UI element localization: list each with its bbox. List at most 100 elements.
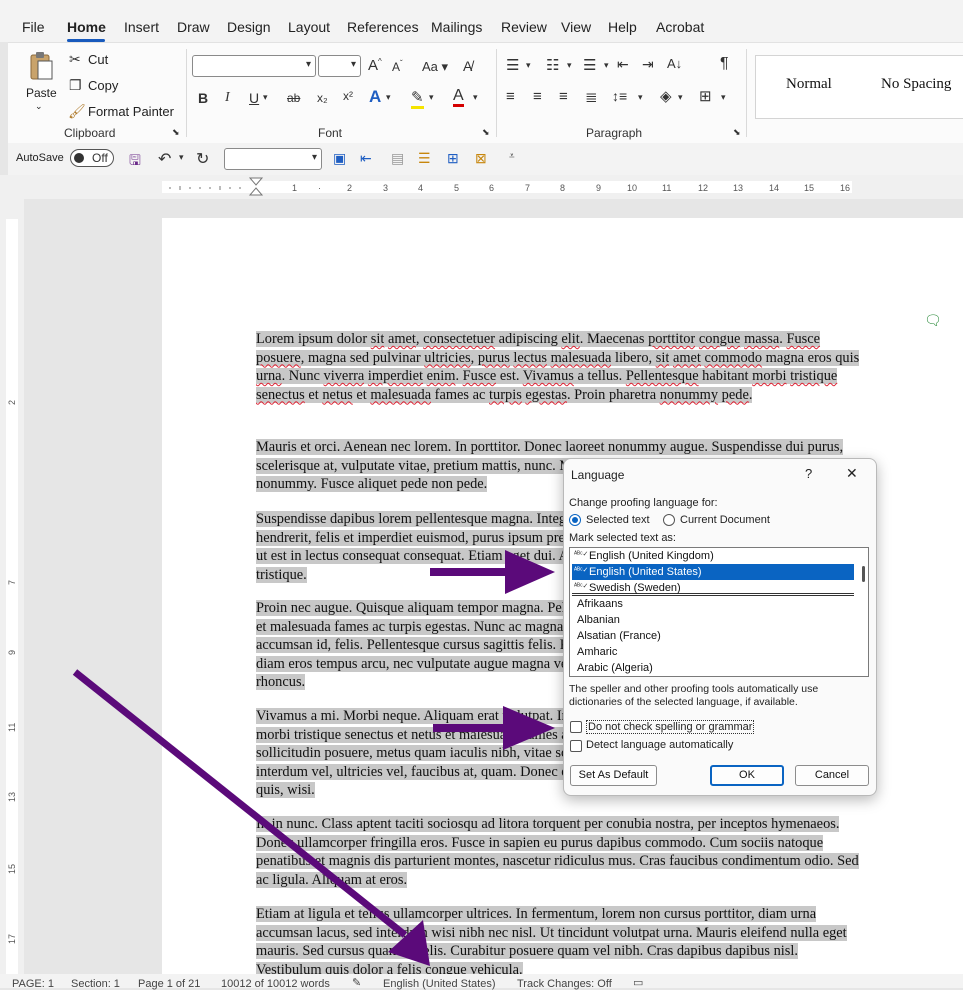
clipboard-launcher-icon[interactable]: ⬊ <box>172 127 180 138</box>
multilevel-list-icon[interactable]: ☰ <box>583 56 596 74</box>
save-icon[interactable]: 🖫 <box>129 150 141 174</box>
redo-icon[interactable]: ↻ <box>196 149 209 169</box>
paste-icon[interactable] <box>28 51 54 81</box>
line-spacing-icon[interactable]: ↕≡ <box>612 88 627 104</box>
superscript-button[interactable]: x² <box>343 89 353 103</box>
status-section[interactable]: Section: 1 <box>71 978 120 990</box>
italic-button[interactable]: I <box>225 90 230 106</box>
document-icon[interactable]: ▤ <box>391 150 404 167</box>
bullets-icon[interactable]: ☰ <box>506 56 519 74</box>
proofing-icon[interactable]: ✎ <box>352 976 361 989</box>
list-icon[interactable]: ☰ <box>418 150 431 167</box>
font-launcher-icon[interactable]: ⬊ <box>482 127 490 138</box>
chevron-down-icon[interactable]: ▾ <box>526 60 531 71</box>
shading-icon[interactable]: ◈ <box>660 87 672 105</box>
subscript-button[interactable]: x₂ <box>317 91 328 105</box>
paste-dropdown-icon[interactable]: ⌄ <box>35 101 43 112</box>
paragraph-1[interactable]: Lorem ipsum dolor sit amet, consectetuer… <box>256 330 862 404</box>
chevron-down-icon[interactable]: ▾ <box>638 92 643 103</box>
align-left-icon[interactable]: ≡ <box>506 88 515 105</box>
chevron-down-icon[interactable]: ▾ <box>678 92 683 103</box>
insert-icon[interactable]: ⊠ <box>475 150 487 167</box>
status-language[interactable]: English (United States) <box>383 978 496 990</box>
scrollbar-thumb[interactable] <box>862 566 865 582</box>
font-size-combo[interactable]: ▾ <box>318 55 361 77</box>
vertical-ruler[interactable]: 2 7 9 11 13 15 17 <box>0 199 24 974</box>
tab-insert[interactable]: Insert <box>124 19 159 35</box>
no-check-checkbox[interactable] <box>570 721 582 733</box>
list-item[interactable]: ᴬᴮᶜ✓ Swedish (Sweden) <box>572 580 854 596</box>
ok-button[interactable]: OK <box>710 765 784 786</box>
list-item[interactable]: ᴬᴮᶜ✓ English (United Kingdom) <box>572 548 854 564</box>
list-item[interactable]: Albanian <box>572 612 854 628</box>
status-page-of[interactable]: Page 1 of 21 <box>138 978 200 990</box>
paragraph-launcher-icon[interactable]: ⬊ <box>733 127 741 138</box>
chevron-down-icon[interactable]: ▾ <box>567 60 572 71</box>
tab-home[interactable]: Home <box>67 19 106 35</box>
tab-draw[interactable]: Draw <box>177 19 210 35</box>
underline-button[interactable]: U <box>249 90 259 106</box>
comment-icon[interactable]: 🗨 <box>924 312 942 329</box>
clear-formatting-icon[interactable]: A̸ <box>463 58 472 74</box>
status-track-changes[interactable]: Track Changes: Off <box>517 978 612 990</box>
help-button[interactable]: ? <box>805 466 812 481</box>
paste-button[interactable]: Paste <box>26 86 57 100</box>
align-center-icon[interactable]: ≡ <box>533 88 542 105</box>
text-effects-icon[interactable]: A <box>369 87 381 107</box>
cancel-button[interactable]: Cancel <box>795 765 869 786</box>
text-box-icon[interactable]: ▣ <box>333 150 346 167</box>
chevron-down-icon[interactable]: ▾ <box>429 92 434 103</box>
tab-view[interactable]: View <box>561 19 591 35</box>
paragraph-7[interactable]: Etiam at ligula et tellus ullamcorper ul… <box>256 905 862 979</box>
autosave-toggle[interactable]: Off <box>70 149 114 167</box>
increase-indent-icon[interactable]: ⇥ <box>642 56 654 73</box>
chevron-down-icon[interactable]: ▾ <box>604 60 609 71</box>
tab-help[interactable]: Help <box>608 19 637 35</box>
detect-checkbox[interactable] <box>570 740 582 752</box>
tab-layout[interactable]: Layout <box>288 19 330 35</box>
font-color-icon[interactable]: A <box>453 87 464 107</box>
list-item-selected[interactable]: ᴬᴮᶜ✓ English (United States) <box>572 564 854 580</box>
list-item[interactable]: Alsatian (France) <box>572 628 854 644</box>
table-icon[interactable]: ⊞ <box>447 150 459 167</box>
format-painter-button[interactable]: Format Painter <box>88 104 174 119</box>
cut-button[interactable]: Cut <box>88 52 108 67</box>
shrink-font-icon[interactable]: Aˇ <box>392 59 403 74</box>
tab-acrobat[interactable]: Acrobat <box>656 19 704 35</box>
horizontal-ruler[interactable]: 1 · 2 3 4 5 6 7 8 9 10 11 12 13 14 15 16 <box>0 175 963 199</box>
detect-label[interactable]: Detect language automatically <box>586 739 733 751</box>
bold-button[interactable]: B <box>198 90 208 106</box>
underline-dropdown-icon[interactable]: ▾ <box>263 92 268 103</box>
set-default-button[interactable]: Set As Default <box>570 765 657 786</box>
align-right-icon[interactable]: ≡ <box>559 88 568 105</box>
chevron-down-icon[interactable]: ▾ <box>386 92 391 103</box>
copy-button[interactable]: Copy <box>88 78 118 93</box>
decrease-indent-icon[interactable]: ⇤ <box>617 56 629 73</box>
chevron-down-icon[interactable]: ▾ <box>179 152 184 163</box>
current-document-label[interactable]: Current Document <box>680 514 770 526</box>
font-name-combo[interactable]: ▾ <box>192 55 316 77</box>
close-button[interactable]: ✕ <box>846 465 858 482</box>
highlight-icon[interactable]: ✎ <box>411 88 424 109</box>
selected-text-radio[interactable] <box>569 514 581 526</box>
numbering-icon[interactable]: ☷ <box>546 56 559 74</box>
tab-design[interactable]: Design <box>227 19 271 35</box>
language-list[interactable]: ᴬᴮᶜ✓ English (United Kingdom) ᴬᴮᶜ✓ English… <box>569 547 869 677</box>
style-no-spacing[interactable]: No Spacing <box>881 76 951 93</box>
paragraph-6[interactable]: In in nunc. Class aptent taciti sociosqu… <box>256 815 862 889</box>
list-item[interactable]: Amharic <box>572 644 854 660</box>
borders-icon[interactable]: ⊞ <box>699 87 712 105</box>
current-document-radio[interactable] <box>663 514 675 526</box>
indent-icon[interactable]: ⇤ <box>360 150 372 167</box>
selected-text-label[interactable]: Selected text <box>586 514 650 526</box>
status-words[interactable]: 10012 of 10012 words <box>221 978 330 990</box>
chevron-down-icon[interactable]: ▾ <box>473 92 478 103</box>
style-combo[interactable]: ▾ <box>224 148 322 170</box>
show-formatting-button[interactable]: ¶ <box>720 55 729 73</box>
list-item[interactable]: Arabic (Algeria) <box>572 660 854 676</box>
customize-toolbar-icon[interactable]: ⩡ <box>509 151 515 162</box>
style-normal[interactable]: Normal <box>786 76 832 93</box>
tab-review[interactable]: Review <box>501 19 547 35</box>
display-settings-icon[interactable]: ▭ <box>633 976 643 989</box>
list-item[interactable]: Afrikaans <box>572 596 854 612</box>
